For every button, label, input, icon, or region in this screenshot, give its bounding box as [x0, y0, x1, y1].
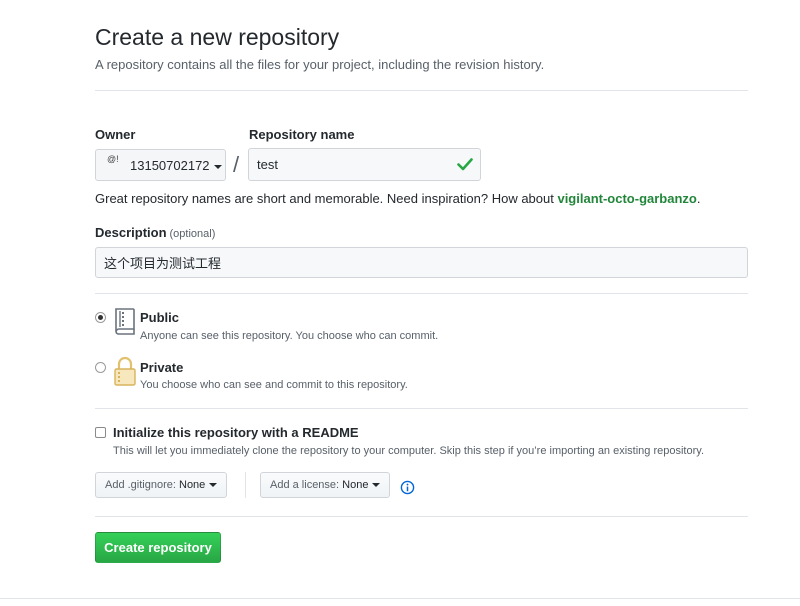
create-repository-button[interactable]: Create repository [95, 532, 221, 563]
info-icon[interactable] [400, 480, 415, 495]
section-divider-2 [95, 408, 748, 409]
public-radio[interactable] [95, 312, 106, 323]
private-radio[interactable] [95, 362, 106, 373]
license-label: Add a license: [270, 479, 340, 491]
readme-desc: This will let you immediately clone the … [113, 445, 704, 457]
select-divider [245, 472, 246, 498]
public-title: Public [140, 310, 180, 325]
hint-suffix: . [696, 191, 701, 206]
owner-value: 13150702172 [130, 158, 210, 173]
repository-name-label: Repository name [249, 127, 355, 142]
chevron-down-icon [213, 164, 222, 169]
public-desc: Anyone can see this repository. You choo… [140, 330, 439, 342]
page-title: Create a new repository [95, 24, 340, 50]
chevron-down-icon [372, 483, 381, 488]
lock-icon [114, 356, 136, 386]
header-divider [95, 90, 748, 91]
readme-checkbox[interactable] [95, 427, 106, 438]
gitignore-select[interactable]: Add .gitignore: None [95, 472, 228, 498]
owner-label: Owner [95, 127, 136, 142]
repo-icon [115, 308, 135, 335]
repository-name-input[interactable] [248, 148, 481, 181]
gitignore-label: Add .gitignore: [105, 479, 176, 491]
optional-note: (optional) [169, 228, 216, 240]
license-select[interactable]: Add a license: None [260, 472, 391, 498]
owner-avatar: @! [107, 154, 119, 164]
hint-text: Great repository names are short and mem… [95, 191, 558, 206]
gitignore-value: None [179, 479, 206, 491]
section-divider-1 [95, 293, 748, 294]
footer-divider [0, 598, 800, 599]
page-subtitle: A repository contains all the files for … [95, 57, 545, 72]
name-suggestion-link[interactable]: vigilant-octo-garbanzo [557, 191, 696, 206]
description-input[interactable] [95, 247, 748, 278]
private-desc: You choose who can see and commit to thi… [140, 379, 408, 391]
repository-name-hint: Great repository names are short and mem… [95, 191, 700, 206]
description-label: Description (optional) [95, 225, 215, 240]
owner-select[interactable]: @! 13150702172 [95, 149, 226, 181]
section-divider-3 [95, 516, 748, 517]
readme-title: Initialize this repository with a README [113, 425, 359, 440]
owner-repo-separator: / [233, 152, 240, 177]
owner-name: 13150702172 [130, 158, 222, 173]
check-icon [457, 158, 473, 171]
license-value: None [342, 479, 369, 491]
private-title: Private [140, 360, 184, 375]
chevron-down-icon [209, 483, 218, 488]
description-label-text: Description [95, 225, 167, 240]
